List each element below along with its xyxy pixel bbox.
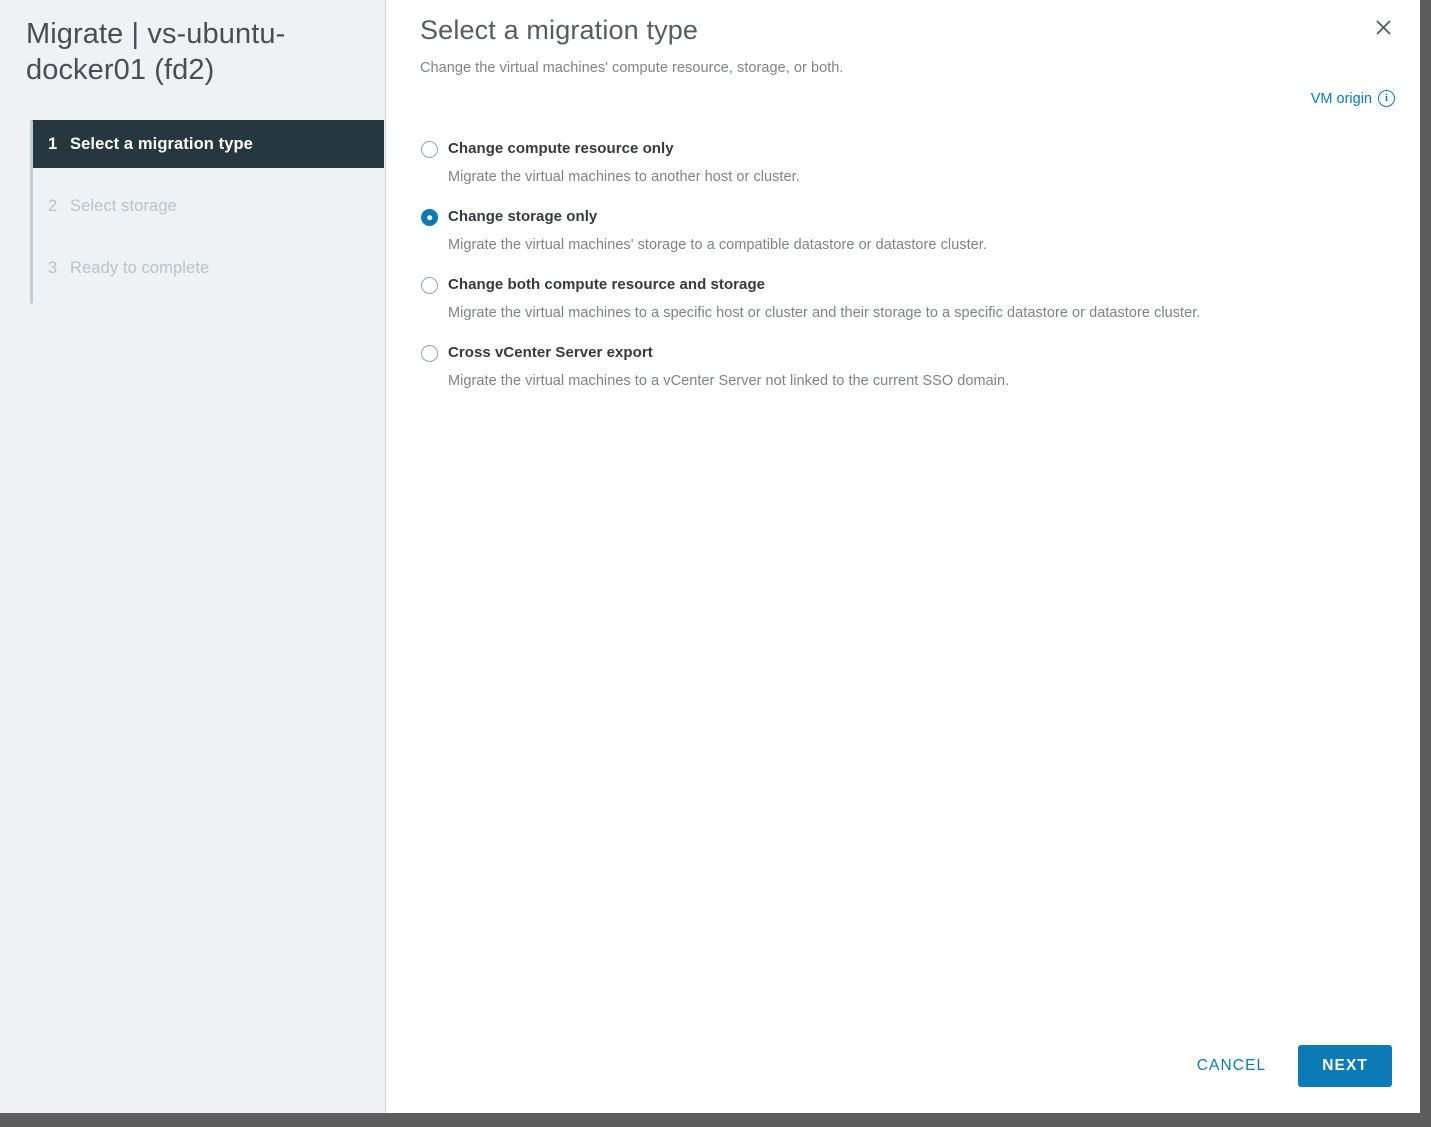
wizard-sidebar: Migrate | vs-ubuntu-docker01 (fd2) 1 Sel… [0, 0, 386, 1113]
next-button[interactable]: NEXT [1298, 1045, 1392, 1087]
step-number: 3 [48, 258, 58, 277]
main-header: Select a migration type Change the virtu… [386, 0, 1420, 76]
sidebar-step-ready-to-complete[interactable]: 3 Ready to complete [31, 244, 385, 292]
step-spacer [31, 230, 385, 244]
radio-button-icon[interactable] [421, 141, 438, 158]
option-label: Change both compute resource and storage [448, 276, 766, 293]
option-label: Change storage only [448, 208, 598, 225]
cancel-button[interactable]: CANCEL [1181, 1047, 1282, 1085]
sidebar-step-select-storage[interactable]: 2 Select storage [31, 182, 385, 230]
radio-button-icon[interactable] [421, 277, 438, 294]
step-label: Select storage [70, 196, 177, 215]
option-description: Migrate the virtual machines to a specif… [448, 305, 1201, 321]
step-label: Ready to complete [70, 258, 210, 277]
option-label: Change compute resource only [448, 140, 674, 157]
step-spacer [31, 168, 385, 182]
wizard-main-panel: Select a migration type Change the virtu… [386, 0, 1420, 1113]
wizard-title: Migrate | vs-ubuntu-docker01 (fd2) [26, 18, 286, 86]
option-description: Migrate the virtual machines to a vCente… [448, 373, 1010, 389]
radio-row[interactable]: Cross vCenter Server export [421, 344, 1390, 362]
page-title: Select a migration type [420, 15, 699, 45]
close-button[interactable] [1368, 12, 1398, 42]
option-cross-vcenter-server-export: Cross vCenter Server export Migrate the … [421, 344, 1390, 390]
radio-button-icon[interactable] [421, 345, 438, 362]
wizard-steps: 1 Select a migration type 2 Select stora… [0, 120, 385, 304]
radio-button-icon-selected[interactable] [421, 209, 438, 226]
close-icon [1375, 19, 1391, 35]
radio-row[interactable]: Change both compute resource and storage [421, 276, 1390, 294]
vm-origin-link[interactable]: VM origin i [1311, 90, 1395, 107]
step-number: 1 [48, 134, 58, 153]
option-change-both-compute-and-storage: Change both compute resource and storage… [421, 276, 1390, 322]
migration-type-options: Change compute resource only Migrate the… [386, 140, 1420, 390]
migration-wizard-window: Migrate | vs-ubuntu-docker01 (fd2) 1 Sel… [0, 0, 1431, 1127]
option-description: Migrate the virtual machines to another … [448, 169, 800, 185]
wizard-footer: CANCEL NEXT [386, 1019, 1420, 1113]
sidebar-step-select-migration-type[interactable]: 1 Select a migration type [31, 120, 384, 168]
info-circle-icon: i [1378, 90, 1395, 107]
option-change-compute-resource-only: Change compute resource only Migrate the… [421, 140, 1390, 186]
radio-row[interactable]: Change storage only [421, 208, 1390, 226]
option-label: Cross vCenter Server export [448, 344, 653, 361]
step-label: Select a migration type [70, 134, 253, 153]
option-description: Migrate the virtual machines' storage to… [448, 237, 987, 253]
page-subtitle: Change the virtual machines' compute res… [420, 60, 844, 76]
steps-rail [30, 120, 33, 304]
radio-row[interactable]: Change compute resource only [421, 140, 1390, 158]
vm-origin-label: VM origin [1310, 90, 1372, 107]
option-change-storage-only: Change storage only Migrate the virtual … [421, 208, 1390, 254]
step-number: 2 [48, 196, 58, 215]
